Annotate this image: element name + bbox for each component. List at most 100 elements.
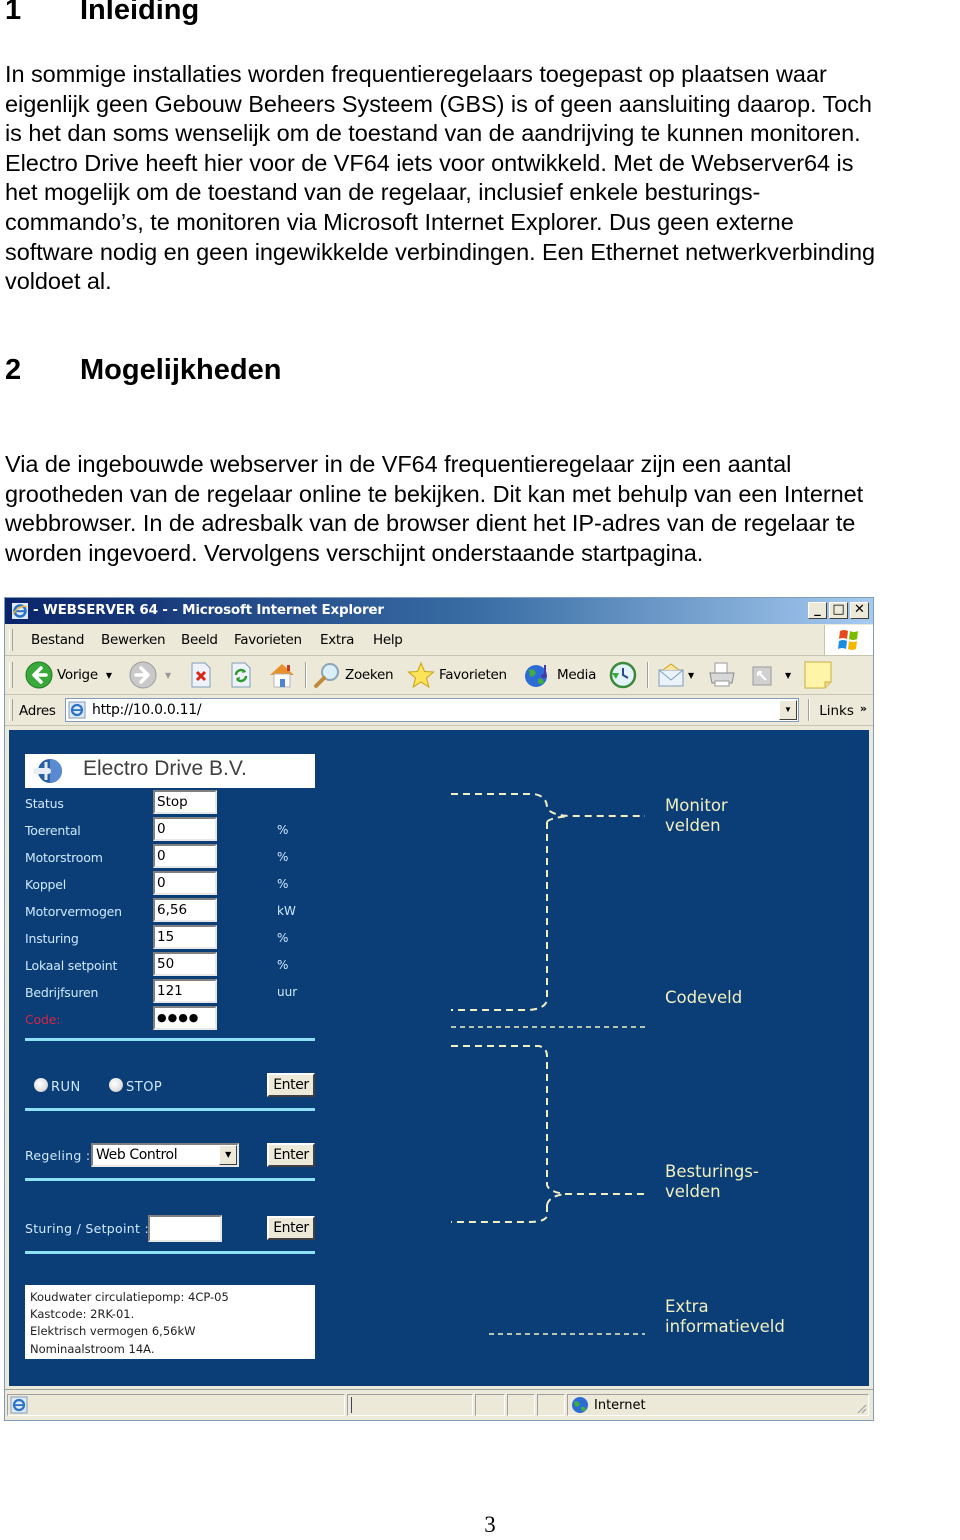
text-line: worden ingevoerd. Vervolgens verschijnt … [5, 539, 704, 566]
resize-grip-icon[interactable] [855, 1402, 867, 1414]
address-dropdown-button[interactable]: ▼ [779, 700, 797, 720]
browser-window-screenshot: - WEBSERVER 64 - - Microsoft Internet Ex… [4, 597, 874, 1421]
toolbar-grip[interactable] [9, 699, 13, 721]
extra-info-annotation: Extra informatieveld [665, 1297, 785, 1337]
annotation-line: Besturings- [665, 1162, 759, 1181]
zone-label: Internet [594, 1398, 646, 1413]
printer-icon [709, 662, 735, 687]
toolbar-separator [305, 662, 307, 688]
monitor-annotation: Monitor velden [665, 796, 728, 836]
monitor-bracket [451, 793, 645, 1011]
edit-button[interactable]: ▼ [751, 661, 791, 689]
links-label: Links [819, 703, 854, 719]
section-1-heading: 1 Inleiding [5, 0, 199, 27]
intro-paragraph: In sommige installaties worden frequenti… [5, 60, 960, 297]
dropdown-arrow-icon[interactable]: ▼ [688, 671, 694, 680]
search-icon [314, 663, 339, 688]
menu-bewerken[interactable]: Bewerken [101, 632, 166, 648]
dropdown-arrow-icon[interactable]: ▼ [785, 671, 791, 680]
menu-extra[interactable]: Extra [320, 632, 354, 648]
text-line: commando’s, te monitoren via Microsoft I… [5, 208, 794, 235]
back-button[interactable]: Vorige ▼ [25, 661, 112, 689]
media-button[interactable]: Media [523, 661, 596, 689]
dropdown-arrow-icon[interactable]: ▼ [165, 671, 171, 680]
text-line: webbrowser. In de adresbalk van de brows… [5, 510, 856, 537]
menu-favorieten[interactable]: Favorieten [234, 632, 302, 648]
section-2-heading: 2 Mogelijkheden [5, 354, 281, 387]
annotation-line: Monitor [665, 796, 728, 815]
toolbar-separator [647, 662, 649, 688]
chevron-right-icon: » [859, 702, 867, 715]
windows-logo-icon [824, 625, 873, 655]
stop-button[interactable] [189, 661, 213, 689]
progress-cell [347, 1394, 473, 1416]
media-label: Media [557, 667, 597, 683]
refresh-icon [231, 662, 251, 688]
history-clock-icon [609, 661, 637, 689]
ie-page-icon [68, 701, 86, 719]
edit-icon [752, 666, 772, 686]
window-title: - WEBSERVER 64 - - Microsoft Internet Ex… [33, 602, 384, 618]
print-button[interactable] [707, 661, 737, 689]
minimize-button[interactable]: _ [808, 602, 827, 619]
text-line: voldoet al. [5, 268, 112, 295]
toolbar-separator [808, 699, 810, 721]
status-cell [537, 1394, 565, 1416]
text-line: In sommige installaties worden frequenti… [5, 61, 827, 87]
text-line: het mogelijk om de toestand van de regel… [5, 179, 761, 206]
back-label: Vorige [57, 667, 98, 683]
annotation-line: Extra [665, 1297, 709, 1316]
stop-icon [191, 662, 211, 688]
text-line: eigenlijk geen Gebouw Beheers Systeem (G… [5, 90, 872, 117]
note-icon [804, 661, 832, 689]
home-icon [270, 664, 294, 688]
control-annotation: Besturings- velden [665, 1162, 759, 1202]
standard-toolbar: Vorige ▼ ▼ Zoeken Favorieten Media ▼ ▼ [5, 656, 873, 695]
links-button[interactable]: Links » [819, 702, 867, 719]
favorites-button[interactable]: Favorieten [407, 661, 507, 689]
toolbar-grip[interactable] [9, 629, 13, 651]
text-line: Electro Drive heeft hier voor de VF64 ie… [5, 149, 854, 176]
control-bracket [451, 1045, 645, 1223]
annotation-line: informatieveld [665, 1317, 785, 1336]
media-globe-icon [525, 665, 547, 687]
search-label: Zoeken [345, 667, 394, 683]
forward-button[interactable]: ▼ [129, 661, 171, 689]
section-number: 1 [5, 0, 22, 26]
star-icon [407, 661, 435, 689]
text-line: grootheden van de regelaar online te bek… [5, 480, 864, 507]
refresh-button[interactable] [229, 661, 253, 689]
ie-icon [12, 603, 28, 619]
home-button[interactable] [267, 661, 297, 689]
annotation-lines [451, 793, 645, 1335]
ie-page-icon [10, 1396, 28, 1414]
mail-envelope-icon [658, 663, 684, 687]
messenger-note-button[interactable] [803, 661, 833, 689]
menu-bestand[interactable]: Bestand [31, 632, 85, 648]
toolbar-grip[interactable] [9, 662, 13, 688]
status-bar: Internet [5, 1389, 873, 1420]
page-number: 3 [484, 1512, 496, 1537]
close-button[interactable]: ✕ [850, 602, 869, 619]
text-line: Via de ingebouwde webserver in de VF64 f… [5, 451, 792, 477]
codeveld-annotation: Codeveld [665, 988, 742, 1008]
history-button[interactable] [609, 661, 637, 689]
menu-help[interactable]: Help [373, 632, 403, 648]
address-input[interactable]: http://10.0.0.11/ ▼ [65, 698, 799, 722]
favorites-label: Favorieten [439, 667, 507, 683]
dropdown-arrow-icon[interactable]: ▼ [106, 671, 112, 680]
annotation-line: velden [665, 1182, 721, 1201]
status-text-cell [7, 1394, 345, 1416]
text-cursor [351, 1397, 352, 1413]
mail-button[interactable]: ▼ [657, 661, 694, 689]
back-arrow-icon [25, 661, 53, 689]
section-number: 2 [5, 354, 22, 386]
status-cell [507, 1394, 535, 1416]
annotation-line: Codeveld [665, 988, 743, 1007]
annotation-line: velden [665, 816, 721, 835]
search-button[interactable]: Zoeken [313, 661, 394, 689]
status-cell [475, 1394, 505, 1416]
maximize-button[interactable]: □ [829, 602, 848, 619]
zone-cell: Internet [567, 1394, 869, 1416]
menu-beeld[interactable]: Beeld [181, 632, 218, 648]
